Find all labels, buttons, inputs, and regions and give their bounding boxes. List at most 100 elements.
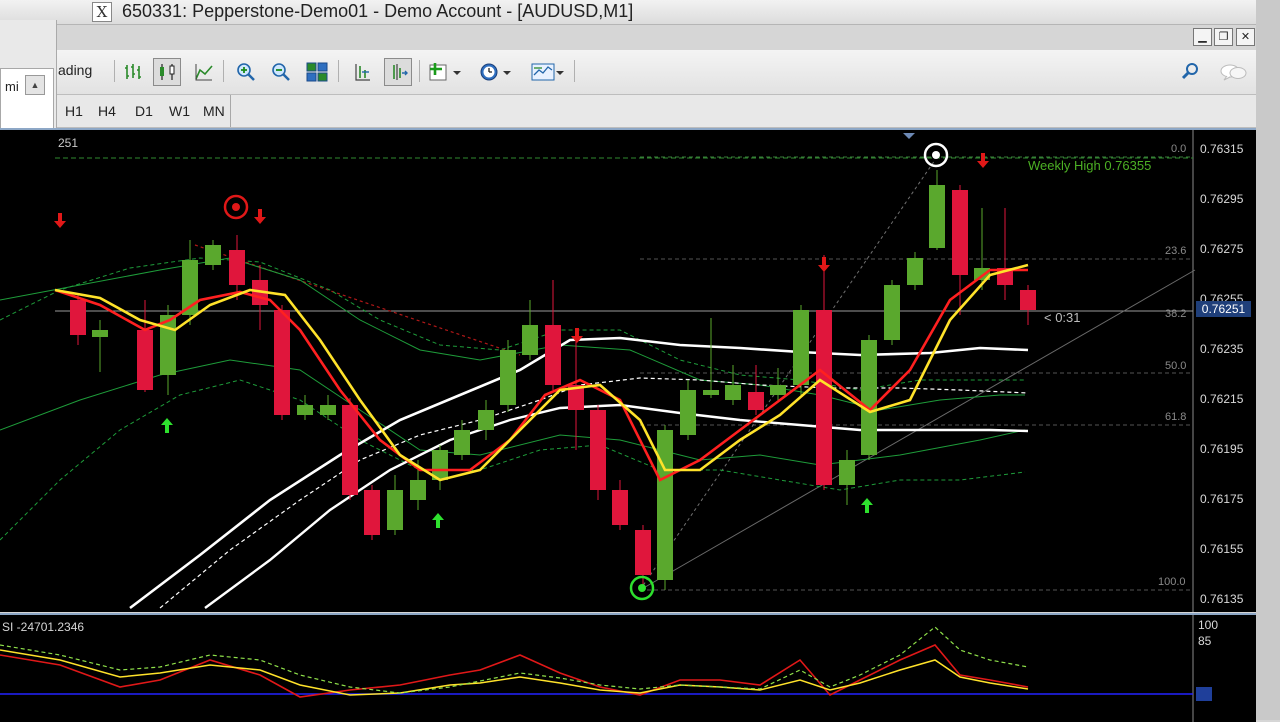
candle-body [387, 490, 403, 530]
candle-body [748, 392, 764, 410]
bar-countdown: < 0:31 [1044, 310, 1081, 325]
candle-body [454, 430, 470, 455]
candle-body [884, 285, 900, 340]
timeframe-divider [230, 95, 231, 127]
candle-body [500, 350, 516, 405]
current-price-tag: 0.76251 [1196, 301, 1251, 317]
toolbar-separator [419, 60, 420, 82]
candle-body [522, 325, 538, 355]
weekly-high-label: Weekly High 0.76355 [1028, 158, 1152, 173]
rsi-green-line [0, 626, 1029, 694]
candle-body [1020, 290, 1036, 310]
candle-body [929, 185, 945, 248]
tile-windows-icon[interactable] [303, 58, 331, 86]
sell-signal-target-icon-center [232, 203, 240, 211]
candle-body [70, 300, 86, 335]
candle-body [725, 385, 741, 400]
buy-arrow-icon [161, 418, 173, 433]
fib-level-38-2: 38.2 [1165, 308, 1187, 320]
candle-body [590, 410, 606, 490]
candle-body [612, 490, 628, 525]
autoscroll-icon[interactable] [384, 58, 412, 86]
fib-level-50: 50.0 [1165, 360, 1187, 372]
bar-chart-icon[interactable] [119, 58, 147, 86]
timeframe-d1[interactable]: D1 [135, 103, 153, 119]
candle-body [229, 250, 245, 285]
search-icon[interactable] [1176, 58, 1204, 86]
line-chart-icon[interactable] [190, 58, 218, 86]
periods-icon[interactable] [476, 58, 516, 86]
price-chart[interactable] [0, 128, 1256, 612]
candle-body [410, 480, 426, 500]
autotrading-label[interactable]: ading [58, 62, 92, 78]
candle-body [816, 310, 832, 485]
scroll-up-button[interactable]: ▲ [25, 75, 45, 95]
candle-body [545, 325, 561, 385]
toolbar-separator [114, 60, 115, 82]
price-chart-canvas[interactable] [0, 130, 1256, 612]
zoom-out-icon[interactable] [267, 58, 295, 86]
candle-body [861, 340, 877, 455]
navigator-label: mi [5, 79, 19, 94]
chart-shift-icon[interactable] [348, 58, 376, 86]
candle-body [952, 190, 968, 275]
zoom-in-icon[interactable] [232, 58, 260, 86]
right-window-edge [1256, 0, 1280, 720]
candle-body [839, 460, 855, 485]
candle-body [342, 405, 358, 495]
candlestick-icon[interactable] [153, 58, 181, 86]
fib-level-61-8: 61.8 [1165, 411, 1187, 423]
templates-icon[interactable] [528, 58, 568, 86]
candle-body [635, 530, 651, 575]
toolbar-separator [574, 60, 575, 82]
window-title: 650331: Pepperstone-Demo01 - Demo Accoun… [122, 1, 634, 21]
timeframe-bar: H1 H4 D1 W1 MN [56, 95, 1256, 128]
buy-signal-target-icon-center [638, 584, 646, 592]
timeframe-w1[interactable]: W1 [169, 103, 190, 119]
rsi-subwindow[interactable] [0, 613, 1256, 722]
main-toolbar: ading [56, 50, 1256, 95]
timeframe-h4[interactable]: H4 [98, 103, 116, 119]
minimize-button[interactable]: ▁ [1193, 28, 1212, 46]
candle-body [137, 330, 153, 390]
candle-body [364, 490, 380, 535]
rsi-label: SI -24701.2346 [2, 620, 85, 634]
candle-body [657, 430, 673, 580]
indicators-icon[interactable] [426, 58, 466, 86]
chart-shift-marker-icon [903, 133, 915, 139]
timeframe-h1[interactable]: H1 [65, 103, 83, 119]
chat-icon[interactable] [1216, 58, 1252, 86]
candle-body [703, 390, 719, 395]
candle-body [793, 310, 809, 385]
sell-arrow-icon [254, 209, 266, 224]
fib-level-23-6: 23.6 [1165, 245, 1187, 257]
sell-arrow-icon [818, 257, 830, 272]
toolbar-separator [223, 60, 224, 82]
candle-body [320, 405, 336, 415]
buy-arrow-icon [861, 498, 873, 513]
timeframe-mn[interactable]: MN [203, 103, 225, 119]
candle-body [297, 405, 313, 415]
candle-body [92, 330, 108, 337]
candle-body [205, 245, 221, 265]
fib-level-0: 0.0 [1171, 143, 1187, 155]
chart-top-left-value: 251 [58, 136, 79, 150]
rsi-canvas[interactable] [0, 615, 1256, 722]
candle-body [680, 390, 696, 435]
close-button[interactable]: ✕ [1236, 28, 1255, 46]
ema-red [54, 268, 1028, 482]
ema-yellow [54, 263, 1029, 482]
sell-arrow-icon [977, 153, 989, 168]
buy-arrow-icon [432, 513, 444, 528]
fib-level-100: 100.0 [1158, 576, 1186, 588]
candle-body [478, 410, 494, 430]
rsi-red-line [0, 644, 1029, 698]
sell-arrow-icon [54, 213, 66, 228]
candle-body [907, 258, 923, 285]
candle-body [274, 310, 290, 415]
restore-button[interactable]: ❐ [1214, 28, 1233, 46]
toolbar-separator [338, 60, 339, 82]
signal-target-icon-center [932, 151, 940, 159]
moving-average-upper [129, 336, 1029, 610]
rsi-current-tag [1196, 687, 1212, 701]
